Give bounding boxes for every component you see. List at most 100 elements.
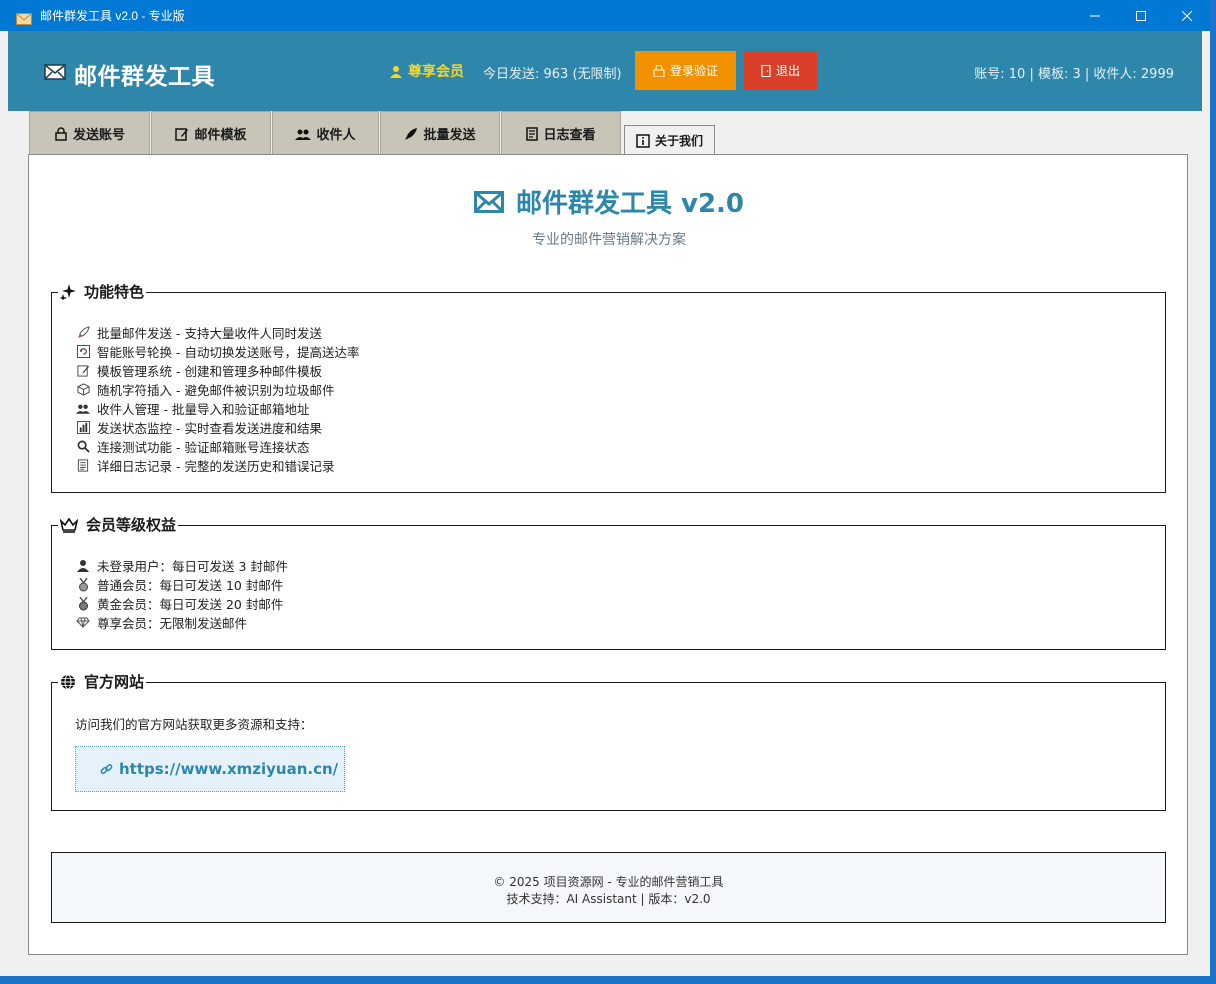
info-icon bbox=[636, 133, 650, 148]
tab-logs[interactable]: 日志查看 bbox=[501, 111, 621, 155]
refresh-icon bbox=[76, 345, 90, 359]
list-item: 收件人管理 - 批量导入和验证邮箱地址 bbox=[76, 399, 359, 418]
feature-text: 发送状态监控 - 实时查看发送进度和结果 bbox=[97, 421, 322, 436]
tab-bulk-send[interactable]: 批量发送 bbox=[380, 111, 500, 155]
globe-icon bbox=[61, 674, 75, 689]
levels-heading-text: 会员等级权益 bbox=[86, 516, 177, 534]
tab-about[interactable]: 关于我们 bbox=[624, 125, 715, 155]
levels-heading: 会员等级权益 bbox=[58, 514, 179, 535]
list-item: 批量邮件发送 - 支持大量收件人同时发送 bbox=[76, 323, 359, 342]
feature-text: 收件人管理 - 批量导入和验证邮箱地址 bbox=[97, 402, 310, 417]
logout-label: 退出 bbox=[775, 64, 800, 78]
minimize-button[interactable] bbox=[1072, 0, 1118, 31]
key-icon bbox=[653, 64, 665, 77]
about-title-text: 邮件群发工具 v2.0 bbox=[515, 189, 745, 219]
levels-group: 会员等级权益 未登录用户：每日可发送 3 封邮件 普通会员：每日可发送 10 封… bbox=[51, 514, 1166, 650]
features-heading-text: 功能特色 bbox=[84, 283, 145, 301]
list-item: 黄金会员：每日可发送 20 封邮件 bbox=[76, 594, 288, 613]
medal-icon bbox=[76, 577, 90, 592]
feature-text: 随机字符插入 - 避免邮件被识别为垃圾邮件 bbox=[97, 383, 335, 398]
about-subtitle: 专业的邮件营销解决方案 bbox=[532, 232, 686, 248]
crown-icon bbox=[60, 517, 78, 533]
door-icon bbox=[761, 64, 771, 77]
close-button[interactable] bbox=[1164, 0, 1210, 31]
maximize-icon bbox=[1136, 10, 1146, 21]
feature-text: 详细日志记录 - 完整的发送历史和错误记录 bbox=[97, 459, 335, 474]
envelope-icon bbox=[16, 10, 32, 25]
users-icon bbox=[76, 402, 90, 416]
dice-icon bbox=[76, 383, 90, 397]
diamond-icon bbox=[76, 616, 90, 630]
header-stats: 账号: 10 | 模板: 3 | 收件人: 2999 bbox=[974, 67, 1174, 82]
feature-text: 批量邮件发送 - 支持大量收件人同时发送 bbox=[97, 326, 322, 341]
list-item: 智能账号轮换 - 自动切换发送账号，提高送达率 bbox=[76, 342, 359, 361]
app-header: 邮件群发工具 尊享会员 今日发送: 963 (无限制) 登录验证 退出 账号: … bbox=[8, 31, 1202, 111]
login-verify-button[interactable]: 登录验证 bbox=[635, 51, 736, 90]
tab-label: 邮件模板 bbox=[194, 128, 247, 143]
feature-text: 智能账号轮换 - 自动切换发送账号，提高送达率 bbox=[97, 345, 360, 360]
log-icon bbox=[526, 126, 539, 141]
feature-text: 连接测试功能 - 验证邮箱账号连接状态 bbox=[97, 440, 310, 455]
member-status: 尊享会员 bbox=[390, 61, 464, 81]
feature-text: 模板管理系统 - 创建和管理多种邮件模板 bbox=[97, 364, 322, 379]
level-text: 尊享会员：无限制发送邮件 bbox=[97, 616, 248, 631]
bar-chart-icon bbox=[76, 421, 90, 435]
search-icon bbox=[76, 440, 90, 454]
window-title: 邮件群发工具 v2.0 - 专业版 bbox=[40, 9, 185, 23]
site-group: 官方网站 访问我们的官方网站获取更多资源和支持： https://www.xmz… bbox=[51, 671, 1166, 811]
tab-recipients[interactable]: 收件人 bbox=[272, 111, 379, 155]
users-icon bbox=[295, 129, 312, 140]
edit-icon bbox=[76, 364, 90, 378]
tab-templates[interactable]: 邮件模板 bbox=[151, 111, 271, 155]
list-item: 连接测试功能 - 验证邮箱账号连接状态 bbox=[76, 437, 359, 456]
levels-list: 未登录用户：每日可发送 3 封邮件 普通会员：每日可发送 10 封邮件 黄金会员… bbox=[76, 556, 288, 632]
site-url: https://www.xmziyuan.cn/ bbox=[119, 760, 339, 778]
list-item: 模板管理系统 - 创建和管理多种邮件模板 bbox=[76, 361, 359, 380]
minimize-icon bbox=[1090, 15, 1100, 16]
features-heading: 功能特色 bbox=[58, 281, 147, 302]
envelope-icon bbox=[44, 64, 66, 84]
official-site-link[interactable]: https://www.xmziyuan.cn/ bbox=[75, 746, 345, 792]
sparkle-icon bbox=[60, 283, 76, 300]
about-panel: 邮件群发工具 v2.0 专业的邮件营销解决方案 功能特色 批量邮件发送 - 支持… bbox=[28, 154, 1188, 955]
about-title: 邮件群发工具 v2.0 bbox=[29, 183, 1189, 220]
app-window: 邮件群发工具 v2.0 - 专业版 邮件群发工具 尊享会员 今日发送: 963 … bbox=[0, 0, 1210, 976]
list-item: 随机字符插入 - 避免邮件被识别为垃圾邮件 bbox=[76, 380, 359, 399]
logout-button[interactable]: 退出 bbox=[744, 51, 817, 90]
tab-label: 关于我们 bbox=[654, 134, 703, 148]
site-heading-text: 官方网站 bbox=[84, 673, 145, 691]
level-text: 普通会员：每日可发送 10 封邮件 bbox=[97, 578, 284, 593]
brand: 邮件群发工具 bbox=[44, 57, 215, 91]
list-item: 发送状态监控 - 实时查看发送进度和结果 bbox=[76, 418, 359, 437]
user-icon bbox=[76, 559, 90, 573]
site-heading: 官方网站 bbox=[58, 671, 147, 692]
list-item: 未登录用户：每日可发送 3 封邮件 bbox=[76, 556, 288, 575]
clipboard-icon bbox=[76, 459, 90, 473]
maximize-button[interactable] bbox=[1118, 0, 1164, 31]
rocket-icon bbox=[405, 127, 418, 140]
about-footer: © 2025 项目资源网 - 专业的邮件营销工具 技术支持：AI Assista… bbox=[51, 852, 1166, 923]
user-icon bbox=[390, 65, 402, 78]
link-icon bbox=[100, 763, 113, 774]
copyright: © 2025 项目资源网 - 专业的邮件营销工具 bbox=[493, 875, 724, 889]
login-label: 登录验证 bbox=[669, 64, 718, 78]
close-icon bbox=[1182, 10, 1192, 21]
edit-icon bbox=[175, 127, 189, 141]
features-group: 功能特色 批量邮件发送 - 支持大量收件人同时发送 智能账号轮换 - 自动切换发… bbox=[51, 281, 1166, 493]
level-text: 黄金会员：每日可发送 20 封邮件 bbox=[97, 597, 284, 612]
tab-label: 发送账号 bbox=[72, 128, 125, 143]
tab-label: 批量发送 bbox=[423, 128, 476, 143]
rocket-icon bbox=[76, 326, 90, 340]
site-description: 访问我们的官方网站获取更多资源和支持： bbox=[75, 717, 313, 732]
list-item: 普通会员：每日可发送 10 封邮件 bbox=[76, 575, 288, 594]
tab-bar: 发送账号 邮件模板 收件人 批量发送 日志查看 关于我们 bbox=[29, 111, 716, 155]
tab-label: 日志查看 bbox=[543, 128, 596, 143]
level-text: 未登录用户：每日可发送 3 封邮件 bbox=[97, 559, 288, 574]
features-list: 批量邮件发送 - 支持大量收件人同时发送 智能账号轮换 - 自动切换发送账号，提… bbox=[76, 323, 359, 475]
list-item: 详细日志记录 - 完整的发送历史和错误记录 bbox=[76, 456, 359, 475]
titlebar[interactable]: 邮件群发工具 v2.0 - 专业版 bbox=[0, 0, 1210, 31]
tech-support: 技术支持：AI Assistant | 版本：v2.0 bbox=[506, 892, 711, 906]
tab-send-accounts[interactable]: 发送账号 bbox=[29, 111, 150, 155]
today-sent: 今日发送: 963 (无限制) bbox=[483, 67, 622, 82]
lock-icon bbox=[55, 126, 67, 141]
